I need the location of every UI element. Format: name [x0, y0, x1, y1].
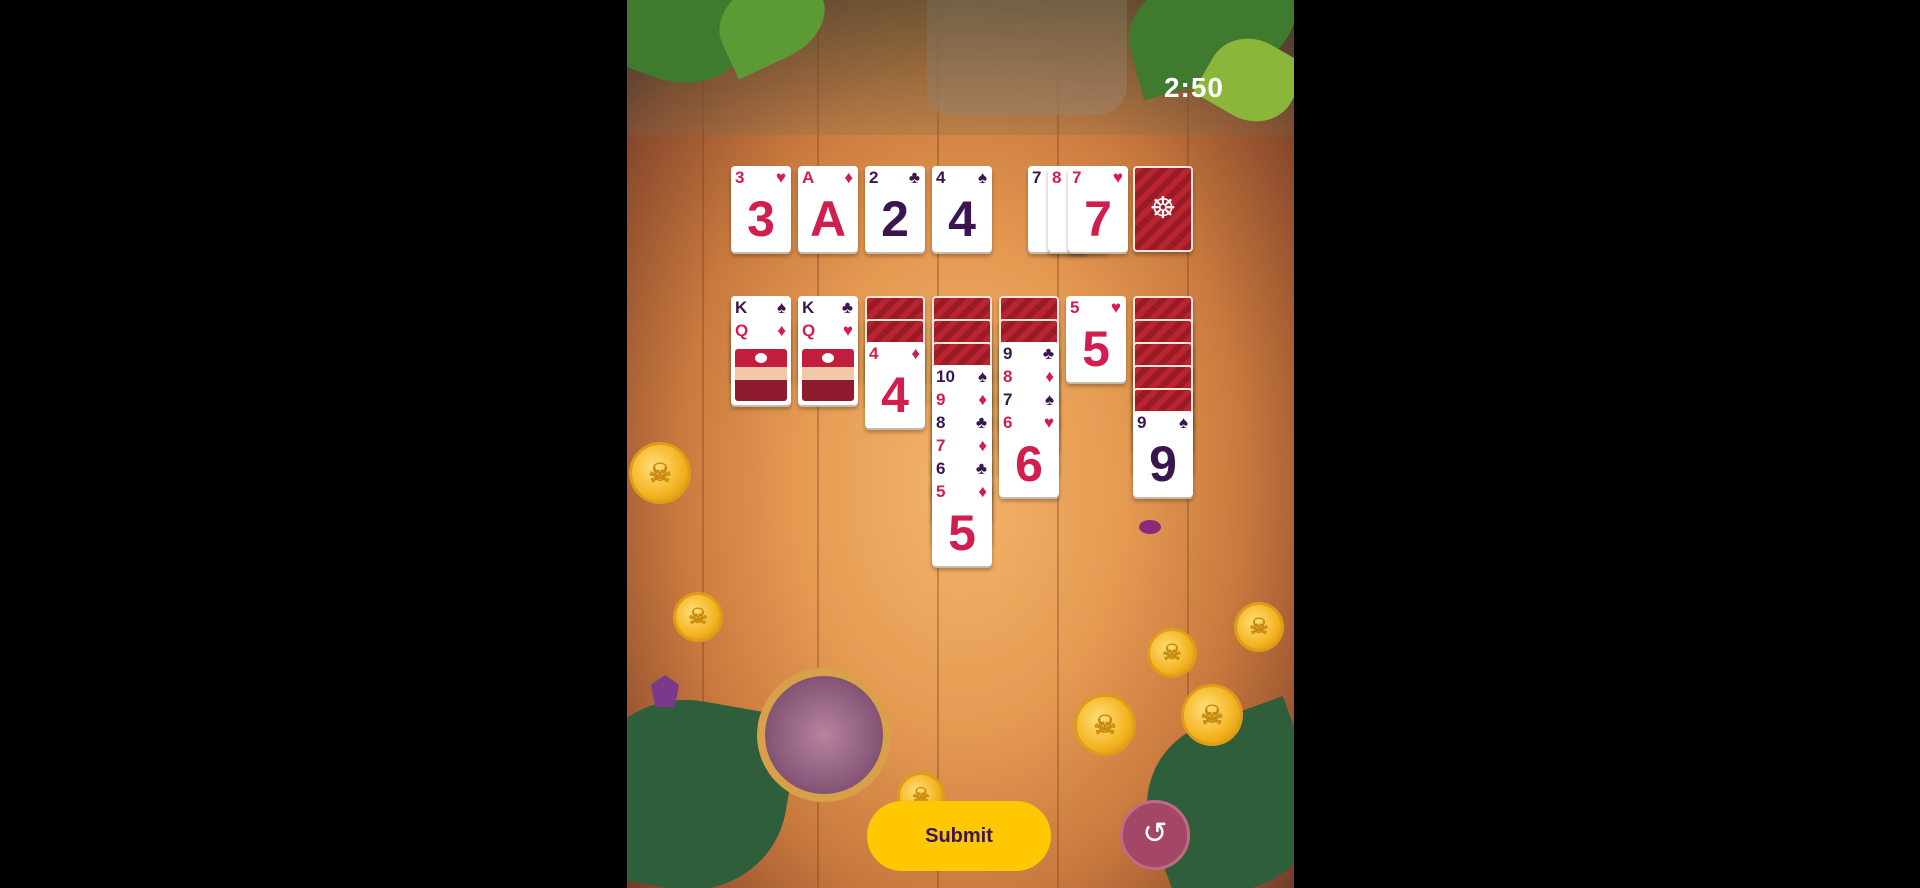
playing-card[interactable]: 2 ♣ 2	[865, 166, 925, 252]
playing-card[interactable]: A ♦ A	[798, 166, 858, 252]
card-suit-icon: ♣	[1042, 344, 1054, 363]
card-suit-icon: ♣	[908, 168, 920, 187]
card-rank: 3	[735, 168, 745, 187]
card-suit-icon: ♦	[978, 482, 987, 501]
stock-pile[interactable]: ☸	[1133, 166, 1193, 252]
pirate-queen-portrait	[735, 349, 787, 401]
card-rank: 8	[936, 413, 946, 432]
playing-card[interactable]: Q ♥	[798, 319, 858, 405]
card-suit-icon: ♥	[1112, 168, 1123, 187]
submit-button[interactable]: Submit	[867, 801, 1051, 871]
fish-decoration	[1139, 520, 1161, 534]
card-suit-icon: ♠	[977, 367, 987, 386]
skull-coin-decoration: ☠	[629, 442, 691, 504]
card-rank-large: 7	[1084, 191, 1112, 247]
card-rank-large: 6	[1015, 436, 1043, 492]
playing-card[interactable]: 5 ♥ 5	[1066, 296, 1126, 382]
playing-card[interactable]: 7 ♥ 7	[1068, 166, 1128, 252]
skull-coin-decoration: ☠	[1234, 602, 1284, 652]
card-rank: K	[735, 298, 748, 317]
card-rank: 5	[936, 482, 946, 501]
card-rank: 10	[936, 367, 955, 386]
card-rank: Q	[735, 321, 749, 340]
card-suit-icon: ♥	[1043, 413, 1054, 432]
card-suit-icon: ♣	[975, 459, 987, 478]
card-suit-icon: ♦	[978, 436, 987, 455]
card-rank-large: A	[809, 191, 847, 247]
card-suit-icon: ♦	[777, 321, 786, 340]
playing-card[interactable]: 3 ♥ 3	[731, 166, 791, 252]
card-suit-icon: ♥	[775, 168, 786, 187]
game-board: 2:50 ☸ ☠ ☠ ☠ ☠ ☠ ☠ ☠ Submit ↺ 3 ♥ 3 A ♦ A 2 ♣ 2 4…	[627, 0, 1294, 888]
skull-coin-decoration: ☠	[673, 592, 723, 642]
skull-icon	[755, 353, 767, 363]
card-rank: 7	[1003, 390, 1013, 409]
skull-coin-decoration: ☠	[1181, 684, 1243, 746]
playing-card[interactable]: 6 ♥ 6	[999, 411, 1059, 497]
card-suit-icon: ♦	[911, 344, 920, 363]
pirate-queen-portrait	[802, 349, 854, 401]
ship-wheel-icon: ☸	[1149, 192, 1177, 225]
card-suit-icon: ♠	[1044, 390, 1054, 409]
card-rank-large: 4	[948, 191, 976, 247]
card-rank: 9	[1003, 344, 1013, 363]
card-rank: 8	[1003, 367, 1013, 386]
card-rank: 6	[936, 459, 946, 478]
card-suit-icon: ♣	[841, 298, 853, 317]
playing-card[interactable]: Q ♦	[731, 319, 791, 405]
gem-decoration	[651, 675, 679, 707]
undo-button[interactable]: ↺	[1120, 800, 1190, 870]
skull-coin-decoration: ☠	[1147, 628, 1197, 678]
skull-icon	[822, 353, 834, 363]
card-rank: 5	[1070, 298, 1080, 317]
card-suit-icon: ♦	[978, 390, 987, 409]
card-suit-icon: ♠	[1178, 413, 1188, 432]
card-rank: Q	[802, 321, 816, 340]
card-suit-icon: ♥	[1110, 298, 1121, 317]
card-rank-large: 5	[1082, 321, 1110, 377]
undo-icon: ↺	[1142, 817, 1168, 850]
card-rank-large: 3	[747, 191, 775, 247]
card-rank-large: 9	[1149, 436, 1177, 492]
playing-card[interactable]: 4 ♠ 4	[932, 166, 992, 252]
card-rank: 9	[1137, 413, 1147, 432]
card-suit-icon: ♦	[1045, 367, 1054, 386]
card-rank: 9	[936, 390, 946, 409]
card-rank: 4	[936, 168, 946, 187]
card-rank: 7	[1072, 168, 1082, 187]
card-rank: 4	[869, 344, 879, 363]
card-rank: K	[802, 298, 815, 317]
card-rank: 8	[1052, 168, 1062, 187]
card-rank: 6	[1003, 413, 1013, 432]
card-rank: A	[802, 168, 815, 187]
card-rank-large: 4	[881, 367, 909, 423]
playing-card[interactable]: 9 ♠ 9	[1133, 411, 1193, 497]
skull-coin-decoration: ☠	[1074, 694, 1136, 756]
card-rank-large: 2	[881, 191, 909, 247]
card-rank-large: 5	[948, 505, 976, 561]
card-suit-icon: ♦	[844, 168, 853, 187]
playing-card[interactable]: 5 ♦ 5	[932, 480, 992, 566]
playing-card[interactable]: 4 ♦ 4	[865, 342, 925, 428]
card-suit-icon: ♠	[977, 168, 987, 187]
card-suit-icon: ♥	[842, 321, 853, 340]
card-rank: 2	[869, 168, 879, 187]
compass-decoration	[757, 668, 891, 802]
card-rank: 7	[936, 436, 946, 455]
card-suit-icon: ♠	[776, 298, 786, 317]
card-rank: 7	[1032, 168, 1042, 187]
timer: 2:50	[1163, 72, 1224, 103]
card-suit-icon: ♣	[975, 413, 987, 432]
